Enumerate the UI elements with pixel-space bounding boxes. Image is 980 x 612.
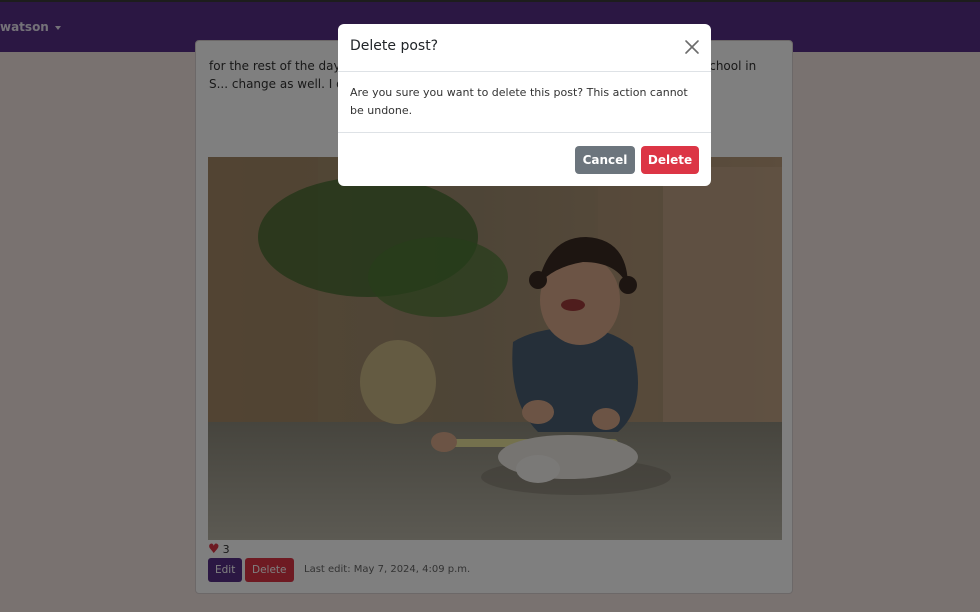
close-icon <box>685 40 699 54</box>
modal-title: Delete post? <box>350 38 439 54</box>
delete-confirm-modal: Delete post? Are you sure you want to de… <box>338 24 711 186</box>
confirm-delete-button[interactable]: Delete <box>641 146 699 174</box>
close-button[interactable] <box>683 38 701 56</box>
modal-header: Delete post? <box>338 24 711 72</box>
modal-body-text: Are you sure you want to delete this pos… <box>350 86 688 117</box>
cancel-button[interactable]: Cancel <box>575 146 635 174</box>
modal-footer: Cancel Delete <box>338 132 711 186</box>
